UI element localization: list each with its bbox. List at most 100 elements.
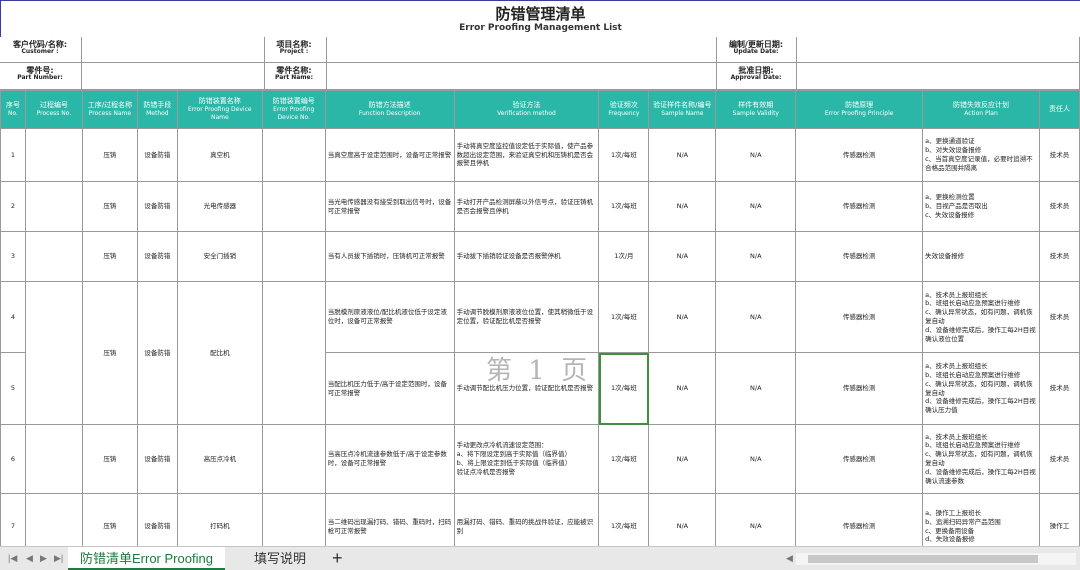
process-name-cell[interactable]: 压铸 — [81, 128, 138, 182]
header-sample-validity[interactable]: 样件有效期 Sample Validity — [715, 90, 797, 129]
device-name-cell[interactable]: 安全门插销 — [176, 231, 263, 282]
device-name-cell[interactable]: 真空机 — [176, 128, 263, 182]
row-no[interactable]: 2 — [0, 181, 26, 232]
header-sample-name[interactable]: 验证样件名称/编号 Sample Name — [648, 90, 717, 129]
validity-cell[interactable]: N/A — [715, 424, 797, 494]
spreadsheet-area[interactable]: 防错管理清单 Error Proofing Management List 客户… — [0, 0, 1080, 546]
update-date-value-cell[interactable] — [797, 37, 1080, 63]
header-device-name[interactable]: 防错装置名称 Error Proofing Device Name — [176, 90, 263, 129]
frequency-cell-selected[interactable]: 1次/每班 — [598, 352, 650, 425]
last-sheet-icon[interactable]: ▶| — [54, 553, 63, 564]
row-no[interactable]: 5 — [0, 352, 26, 425]
device-name-cell[interactable]: 配比机 — [176, 281, 263, 425]
frequency-cell[interactable]: 1次/每班 — [598, 424, 650, 494]
process-no-cell[interactable] — [24, 231, 83, 282]
method-cell[interactable]: 设备防错 — [136, 281, 178, 425]
description-cell[interactable]: 当配比机压力低于/高于设定范围时，设备可正常报警 — [324, 352, 455, 425]
process-name-cell[interactable]: 压铸 — [81, 493, 138, 546]
process-no-cell[interactable] — [24, 181, 83, 232]
verification-cell[interactable]: 用漏打码、错码、重码的挑战件验证，应能被识别 — [453, 493, 600, 546]
device-no-cell[interactable] — [261, 424, 326, 494]
principle-cell[interactable]: 传感器检测 — [795, 128, 924, 182]
principle-cell[interactable]: 传感器检测 — [795, 181, 924, 232]
header-no[interactable]: 序号 No. — [0, 90, 26, 129]
frequency-cell[interactable]: 1次/月 — [598, 231, 650, 282]
add-sheet-button[interactable]: + — [332, 547, 343, 569]
description-cell[interactable]: 当二维码出现漏打码、错码、重码时，扫码枪可正常报警 — [324, 493, 455, 546]
owner-cell[interactable]: 技术员 — [1038, 281, 1080, 353]
owner-cell[interactable]: 技术员 — [1038, 424, 1080, 494]
validity-cell[interactable]: N/A — [715, 128, 797, 182]
header-action-plan[interactable]: 防错失效反应计划 Action Plan — [922, 90, 1040, 129]
frequency-cell[interactable]: 1次/每班 — [598, 128, 650, 182]
validity-cell[interactable]: N/A — [715, 281, 797, 353]
header-process-no[interactable]: 过程编号 Process No. — [24, 90, 83, 129]
verification-cell[interactable]: 手动更改点冷机流速设定范围： a、将下限设定到高于实际值（临界值） b、将上限设… — [453, 424, 600, 494]
action-cell[interactable]: a、技术员上报班组长 b、班组长启动应急预案进行维修 c、确认异常状态，如有问题… — [922, 281, 1040, 353]
principle-cell[interactable]: 传感器检测 — [795, 424, 924, 494]
method-cell[interactable]: 设备防错 — [136, 493, 178, 546]
validity-cell[interactable]: N/A — [715, 493, 797, 546]
validity-cell[interactable]: N/A — [715, 352, 797, 425]
description-cell[interactable]: 当真空度高于设定范围时，设备可正常报警 — [324, 128, 455, 182]
header-function-description[interactable]: 防错方法描述 Function Description — [324, 90, 455, 129]
sample-cell[interactable]: N/A — [648, 231, 717, 282]
sample-cell[interactable]: N/A — [648, 181, 717, 232]
row-no[interactable]: 3 — [0, 231, 26, 282]
sample-cell[interactable]: N/A — [648, 424, 717, 494]
action-cell[interactable]: a、更换通道验证 b、对失效设备报修 c、当首真空度记录值，必要时追溯不合格品范… — [922, 128, 1040, 182]
action-cell[interactable]: a、操作工上报班长 b、追溯扫码异常产品范围 c、更换备用设备 d、失效设备报修 — [922, 493, 1040, 546]
description-cell[interactable]: 当高压点冷机流速参数低于/高于设定参数时，设备可正常报警 — [324, 424, 455, 494]
action-cell[interactable]: 失效设备报修 — [922, 231, 1040, 282]
frequency-cell[interactable]: 1次/每班 — [598, 493, 650, 546]
process-no-cell[interactable] — [24, 281, 83, 425]
row-no[interactable]: 4 — [0, 281, 26, 353]
owner-cell[interactable]: 技术员 — [1038, 128, 1080, 182]
process-name-cell[interactable]: 压铸 — [81, 181, 138, 232]
process-no-cell[interactable] — [24, 424, 83, 494]
device-no-cell[interactable] — [261, 128, 326, 182]
action-cell[interactable]: a、技术员上报班组长 b、班组长启动应急预案进行维修 c、确认异常状态，如有问题… — [922, 352, 1040, 425]
principle-cell[interactable]: 传感器检测 — [795, 231, 924, 282]
part-number-value-cell[interactable] — [82, 63, 265, 90]
customer-value-cell[interactable] — [82, 37, 265, 63]
sample-cell[interactable]: N/A — [648, 352, 717, 425]
header-verification-method[interactable]: 验证方法 Verification method — [453, 90, 600, 129]
scrollbar-thumb[interactable] — [808, 555, 1038, 563]
owner-cell[interactable]: 技术员 — [1038, 231, 1080, 282]
part-name-value-cell[interactable] — [327, 63, 717, 90]
device-no-cell[interactable] — [261, 281, 326, 425]
row-no[interactable]: 6 — [0, 424, 26, 494]
method-cell[interactable]: 设备防错 — [136, 231, 178, 282]
owner-cell[interactable]: 操作工 — [1038, 493, 1080, 546]
project-value-cell[interactable] — [327, 37, 717, 63]
verification-cell[interactable]: 手动将真空度监控值设定低于实际值，使产品参数超出设定范围，来验证真空机和压铸机是… — [453, 128, 600, 182]
principle-cell[interactable]: 传感器检测 — [795, 493, 924, 546]
header-principle[interactable]: 防错原理 Error Proofing Principle — [795, 90, 924, 129]
device-no-cell[interactable] — [261, 231, 326, 282]
device-name-cell[interactable]: 光电传感器 — [176, 181, 263, 232]
tab-instructions[interactable]: 填写说明 — [242, 547, 318, 570]
verification-cell[interactable]: 手动打开产品检测屏蔽以外信号点，验证压铸机是否会报警且停机 — [453, 181, 600, 232]
approval-date-value-cell[interactable] — [797, 63, 1080, 90]
description-cell[interactable]: 当脱模剂原液液位/配比机液位低于设定液位时，设备可正常报警 — [324, 281, 455, 353]
action-cell[interactable]: a、更换检测位置 b、目视产品是否取出 c、失效设备报修 — [922, 181, 1040, 232]
frequency-cell[interactable]: 1次/每班 — [598, 281, 650, 353]
device-name-cell[interactable]: 打码机 — [176, 493, 263, 546]
frequency-cell[interactable]: 1次/每班 — [598, 181, 650, 232]
method-cell[interactable]: 设备防错 — [136, 181, 178, 232]
sample-cell[interactable]: N/A — [648, 128, 717, 182]
process-name-cell[interactable]: 压铸 — [81, 231, 138, 282]
verification-cell[interactable]: 手动拔下插销验证设备是否报警停机 — [453, 231, 600, 282]
row-no[interactable]: 1 — [0, 128, 26, 182]
scroll-left-icon[interactable]: ◀ — [786, 553, 793, 564]
owner-cell[interactable]: 技术员 — [1038, 181, 1080, 232]
header-owner[interactable]: 责任人 — [1038, 90, 1080, 129]
device-no-cell[interactable] — [261, 493, 326, 546]
device-name-cell[interactable]: 高压点冷机 — [176, 424, 263, 494]
description-cell[interactable]: 当光电传感器没有接受到取出信号时，设备可正常报警 — [324, 181, 455, 232]
sample-cell[interactable]: N/A — [648, 493, 717, 546]
process-no-cell[interactable] — [24, 493, 83, 546]
verification-cell[interactable]: 手动调节脱模剂原液液位位置，使其稍微低于设定位置，验证配比机是否报警 — [453, 281, 600, 353]
process-name-cell[interactable]: 压铸 — [81, 424, 138, 494]
